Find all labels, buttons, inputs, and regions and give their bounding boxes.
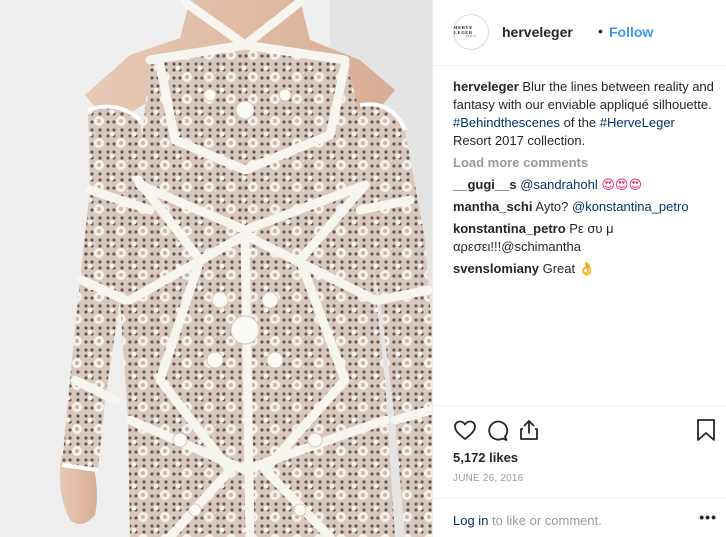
heart-eyes-emoji: 😍😍😍 <box>601 177 643 192</box>
load-more-comments-button[interactable]: Load more comments <box>453 154 715 172</box>
comment-mention-link[interactable]: @konstantina_petro <box>572 199 689 214</box>
login-link[interactable]: Log in <box>453 513 488 528</box>
comment-username-link[interactable]: konstantina_petro <box>453 221 566 236</box>
comment-item: __gugi__s @sandrahohl 😍😍😍 <box>453 176 715 194</box>
likes-count[interactable]: 5,172 likes <box>453 450 518 465</box>
login-rest-text: to like or comment. <box>488 513 602 528</box>
comment-text: Ayto? <box>532 199 572 214</box>
bookmark-icon[interactable] <box>695 418 717 447</box>
comment-username-link[interactable]: mantha_schi <box>453 199 532 214</box>
dress-illustration <box>0 0 432 537</box>
caption-text-3: Resort 2017 collection. <box>453 133 586 148</box>
avatar-logo-line1: HERVE LEGER <box>454 25 473 35</box>
header-separator: • <box>598 23 603 39</box>
hashtag-link[interactable]: #Behindthescenes <box>453 115 560 130</box>
login-prompt: Log in to like or comment. ••• <box>433 498 726 537</box>
avatar[interactable]: HERVE LEGER PARIS <box>453 14 489 50</box>
comment-text: Great <box>539 261 579 276</box>
comment-item: mantha_schi Ayto? @konstantina_petro <box>453 198 715 216</box>
more-options-icon[interactable]: ••• <box>699 509 717 525</box>
share-icon[interactable] <box>517 418 541 447</box>
post-header: HERVE LEGER PARIS herveleger • Follow <box>433 0 726 66</box>
comment-username-link[interactable]: svenslomiany <box>453 261 539 276</box>
post-side-panel: HERVE LEGER PARIS herveleger • Follow he… <box>432 0 726 537</box>
instagram-post: HERVE LEGER PARIS herveleger • Follow he… <box>0 0 726 537</box>
caption: herveleger Blur the lines between realit… <box>453 78 715 150</box>
hashtag-link[interactable]: #HerveLeger <box>600 115 675 130</box>
ok-hand-emoji: 👌 <box>578 261 595 276</box>
comment-mention-link[interactable]: @sandrahohl <box>520 177 598 192</box>
follow-button[interactable]: Follow <box>609 24 653 40</box>
post-actions: 5,172 likes JUNE 26, 2016 Log in to like… <box>433 405 726 537</box>
comment-item: svenslomiany Great 👌 <box>453 260 715 278</box>
caption-text-2: of the <box>559 115 600 130</box>
heart-icon[interactable] <box>453 418 477 447</box>
comment-icon[interactable] <box>485 418 509 447</box>
post-date[interactable]: JUNE 26, 2016 <box>453 473 523 484</box>
comment-username-link[interactable]: __gugi__s <box>453 177 517 192</box>
avatar-logo-line2: PARIS <box>465 35 477 38</box>
comments-section: herveleger Blur the lines between realit… <box>453 78 715 278</box>
caption-username-link[interactable]: herveleger <box>453 79 519 94</box>
comment-item: konstantina_petro Ρε συ μ αρεσει!!!@schi… <box>453 220 715 256</box>
post-photo[interactable] <box>0 0 432 537</box>
login-text: Log in to like or comment. <box>453 513 602 528</box>
header-username-link[interactable]: herveleger <box>502 24 573 40</box>
